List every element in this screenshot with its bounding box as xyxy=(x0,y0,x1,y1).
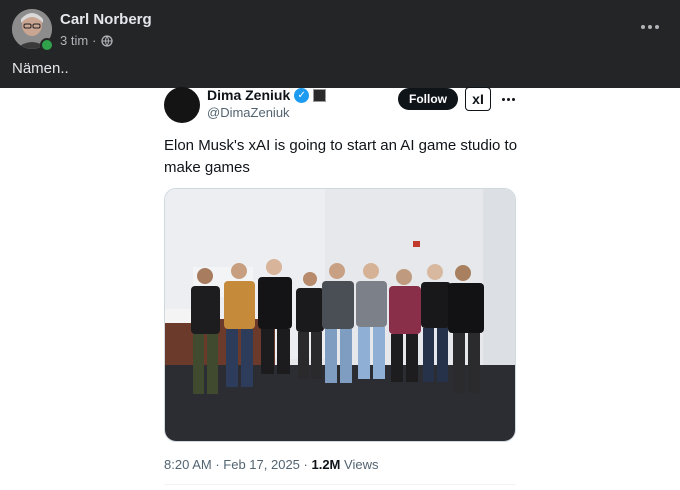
post-caption: Nämen.. xyxy=(12,60,69,77)
post-time[interactable]: 3 tim xyxy=(60,33,88,48)
post-author-name[interactable]: Carl Norberg xyxy=(60,11,152,28)
xai-logo-icon[interactable]: xI xyxy=(465,87,491,111)
views-count: 1.2M xyxy=(311,457,341,472)
tweet-divider xyxy=(164,484,516,485)
meta-separator: · xyxy=(92,33,97,48)
verified-badge-icon: ✓ xyxy=(294,87,310,103)
more-options-button[interactable] xyxy=(638,17,662,37)
affiliation-badge-icon xyxy=(313,88,327,102)
tweet-handle[interactable]: @DimaZeniuk xyxy=(207,105,290,120)
tweet-date[interactable]: Feb 17, 2025 xyxy=(223,457,300,472)
views-label: Views xyxy=(344,457,379,472)
post-meta: 3 tim · xyxy=(60,33,113,48)
group-photo-image xyxy=(165,189,515,441)
tweet-footer: 8:20 AM · Feb 17, 2025 · 1.2M Views xyxy=(164,457,378,472)
facebook-post-header: Carl Norberg 3 tim · Nämen.. xyxy=(0,0,680,88)
tweet-more-options-button[interactable] xyxy=(500,92,516,106)
tweet-time[interactable]: 8:20 AM xyxy=(164,457,212,472)
tweet-display-name[interactable]: Dima Zeniuk xyxy=(207,87,290,103)
globe-icon xyxy=(100,34,113,47)
tweet-author-avatar[interactable] xyxy=(164,87,200,123)
tweet-text: Elon Musk's xAI is going to start an AI … xyxy=(164,137,518,176)
tweet-author-row: Dima Zeniuk ✓ xyxy=(207,87,327,103)
follow-button[interactable]: Follow xyxy=(398,88,458,110)
online-status-dot xyxy=(40,38,54,52)
tweet-photo[interactable] xyxy=(164,188,516,442)
